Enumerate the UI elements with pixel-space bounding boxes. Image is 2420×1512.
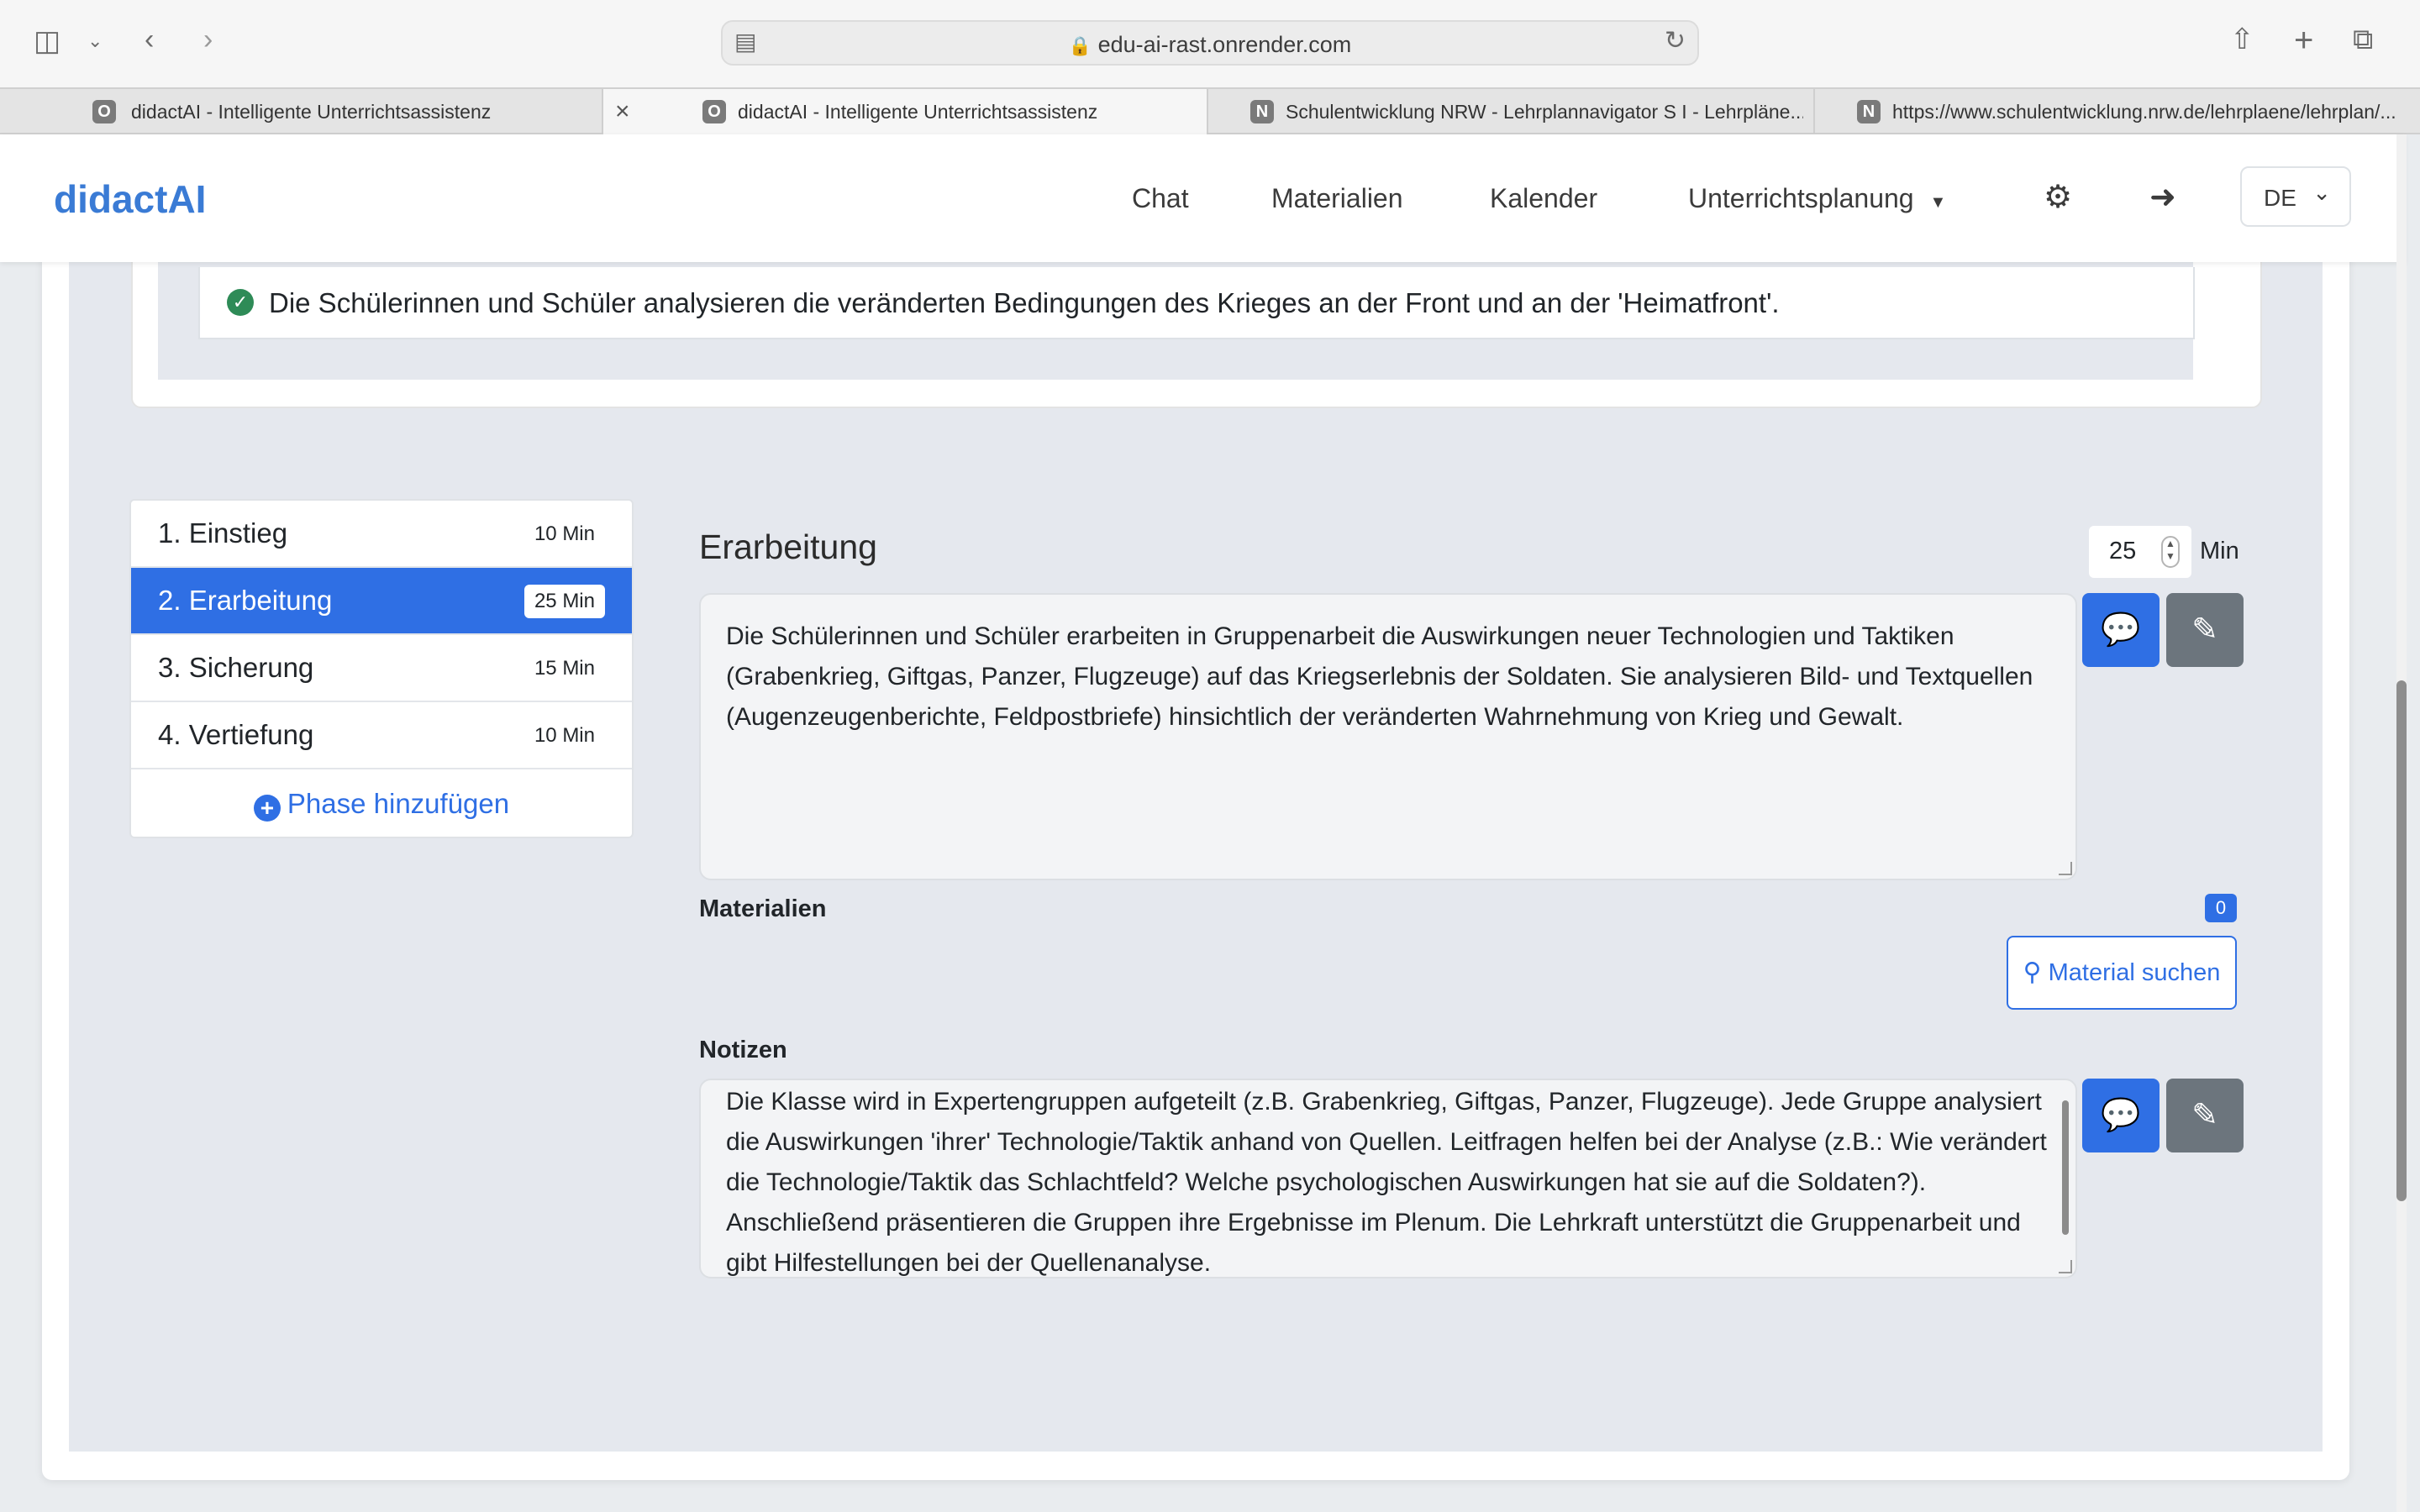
forward-icon[interactable]: › <box>203 25 213 54</box>
duration-value: 25 <box>2109 538 2137 564</box>
tab-title: didactAI - Intelligente Unterrichtsassis… <box>738 101 1098 123</box>
pencil-icon: ✎ <box>2191 1098 2218 1133</box>
nav-lesson-planning-label: Unterrichtsplanung <box>1688 183 1914 213</box>
close-icon[interactable]: × <box>615 97 630 126</box>
duration-unit: Min <box>2200 538 2239 564</box>
resize-handle-icon[interactable] <box>2059 1260 2072 1273</box>
nav-chat[interactable]: Chat <box>1132 183 1189 214</box>
chevron-down-icon[interactable]: ⌄ <box>87 32 103 50</box>
nav-calendar[interactable]: Kalender <box>1490 183 1597 214</box>
phase-list: 1. Einstieg 10 Min 2. Erarbeitung 25 Min… <box>129 499 634 838</box>
stepper-icon[interactable]: ▲ ▼ <box>2161 536 2180 568</box>
url-text: 🔒 edu-ai-rast.onrender.com <box>1068 32 1352 57</box>
app-navbar: didactAI Chat Materialien Kalender Unter… <box>0 134 2405 262</box>
phase-label: 2. Erarbeitung <box>158 585 333 616</box>
nav-lesson-planning[interactable]: Unterrichtsplanung ▼ <box>1688 183 1946 214</box>
materials-label: Materialien <box>699 895 827 922</box>
edit-button[interactable]: ✎ <box>2166 593 2244 667</box>
objective-text: Die Schülerinnen und Schüler analysieren… <box>269 287 1780 318</box>
notes-textarea[interactable]: Die Klasse wird in Expertengruppen aufge… <box>699 1079 2077 1278</box>
check-circle-icon: ✓ <box>227 289 254 316</box>
phase-label: 4. Vertiefung <box>158 719 314 750</box>
phase-item-einstieg[interactable]: 1. Einstieg 10 Min <box>131 501 632 568</box>
caret-down-icon: ▼ <box>1929 193 1947 212</box>
phase-duration-badge: 25 Min <box>523 585 605 618</box>
gear-icon[interactable]: ⚙ <box>2044 178 2072 216</box>
tab-favicon: N <box>1250 100 1274 123</box>
share-icon[interactable]: ⇧ <box>2230 25 2254 54</box>
new-tab-icon[interactable]: + <box>2294 24 2313 57</box>
reload-icon[interactable]: ↻ <box>1665 29 1686 54</box>
phase-duration-badge: 15 Min <box>523 652 605 685</box>
lock-icon: 🔒 <box>1068 35 1092 56</box>
phase-description-textarea[interactable]: Die Schülerinnen und Schüler erarbeiten … <box>699 593 2077 880</box>
resize-handle-icon[interactable] <box>2059 862 2072 875</box>
objective-item: ✓ Die Schülerinnen und Schüler analysier… <box>198 267 2195 339</box>
material-search-button[interactable]: ⚲ Material suchen <box>2007 936 2237 1010</box>
browser-tab-active[interactable]: × O didactAI - Intelligente Unterrichtsa… <box>603 89 1208 134</box>
tab-favicon: O <box>92 100 116 123</box>
add-phase-label: Phase hinzufügen <box>287 788 510 819</box>
chat-assist-button[interactable]: 💬 <box>2082 593 2160 667</box>
tab-favicon: N <box>1857 100 1881 123</box>
pencil-icon: ✎ <box>2191 612 2218 648</box>
materials-count-badge: 0 <box>2205 894 2237 922</box>
chevron-down-icon: ⌄ <box>2312 180 2331 205</box>
duration-input[interactable]: 25 ▲ ▼ <box>2089 526 2191 578</box>
address-bar[interactable]: ▤ 🔒 edu-ai-rast.onrender.com ↻ <box>721 20 1699 66</box>
browser-tab[interactable]: N https://www.schulentwicklung.nrw.de/le… <box>1815 89 2420 134</box>
material-search-label: Material suchen <box>2048 959 2221 986</box>
logout-icon[interactable]: ➜ <box>2149 178 2176 216</box>
phase-duration-badge: 10 Min <box>523 517 605 551</box>
phase-item-sicherung[interactable]: 3. Sicherung 15 Min <box>131 635 632 702</box>
tab-bar: O didactAI - Intelligente Unterrichtsass… <box>0 87 2420 134</box>
brand-logo[interactable]: didactAI <box>54 176 206 222</box>
browser-toolbar: ◫ ⌄ ‹ › ▤ 🔒 edu-ai-rast.onrender.com ↻ ⇧… <box>0 0 2420 87</box>
tab-title: Schulentwicklung NRW - Lehrplannavigator… <box>1286 101 1803 123</box>
notes-edit-button[interactable]: ✎ <box>2166 1079 2244 1152</box>
phase-label: 1. Einstieg <box>158 517 288 549</box>
notes-text: Die Klasse wird in Expertengruppen aufge… <box>726 1088 2047 1277</box>
tab-title: didactAI - Intelligente Unterrichtsassis… <box>131 101 492 123</box>
language-value: DE <box>2264 185 2296 211</box>
language-select[interactable]: DE ⌄ <box>2240 166 2351 227</box>
back-icon[interactable]: ‹ <box>145 25 154 54</box>
notes-label: Notizen <box>699 1037 787 1063</box>
sidebar-toggle-icon[interactable]: ◫ <box>34 27 60 55</box>
nav-materials[interactable]: Materialien <box>1271 183 1403 214</box>
phase-title: Erarbeitung <box>699 528 877 566</box>
tab-overview-icon[interactable]: ⧉ <box>2353 25 2373 54</box>
plus-circle-icon: + <box>253 795 281 822</box>
search-icon: ⚲ <box>2023 958 2042 986</box>
tab-title: https://www.schulentwicklung.nrw.de/lehr… <box>1892 101 2396 123</box>
phase-item-erarbeitung[interactable]: 2. Erarbeitung 25 Min <box>131 568 632 635</box>
comments-icon: 💬 <box>2101 612 2141 648</box>
phase-description-text: Die Schülerinnen und Schüler erarbeiten … <box>726 622 2033 731</box>
phase-duration-badge: 10 Min <box>523 719 605 753</box>
browser-tab[interactable]: N Schulentwicklung NRW - Lehrplannavigat… <box>1208 89 1815 134</box>
comments-icon: 💬 <box>2101 1098 2141 1133</box>
tab-favicon: O <box>702 100 726 123</box>
phase-label: 3. Sicherung <box>158 652 314 683</box>
add-phase-button[interactable]: + Phase hinzufügen <box>131 769 632 837</box>
notes-chat-assist-button[interactable]: 💬 <box>2082 1079 2160 1152</box>
phase-item-vertiefung[interactable]: 4. Vertiefung 10 Min <box>131 702 632 769</box>
browser-tab[interactable]: O didactAI - Intelligente Unterrichtsass… <box>0 89 603 134</box>
page-scrollbar[interactable] <box>2396 680 2407 1201</box>
notes-scrollbar[interactable] <box>2062 1100 2069 1235</box>
